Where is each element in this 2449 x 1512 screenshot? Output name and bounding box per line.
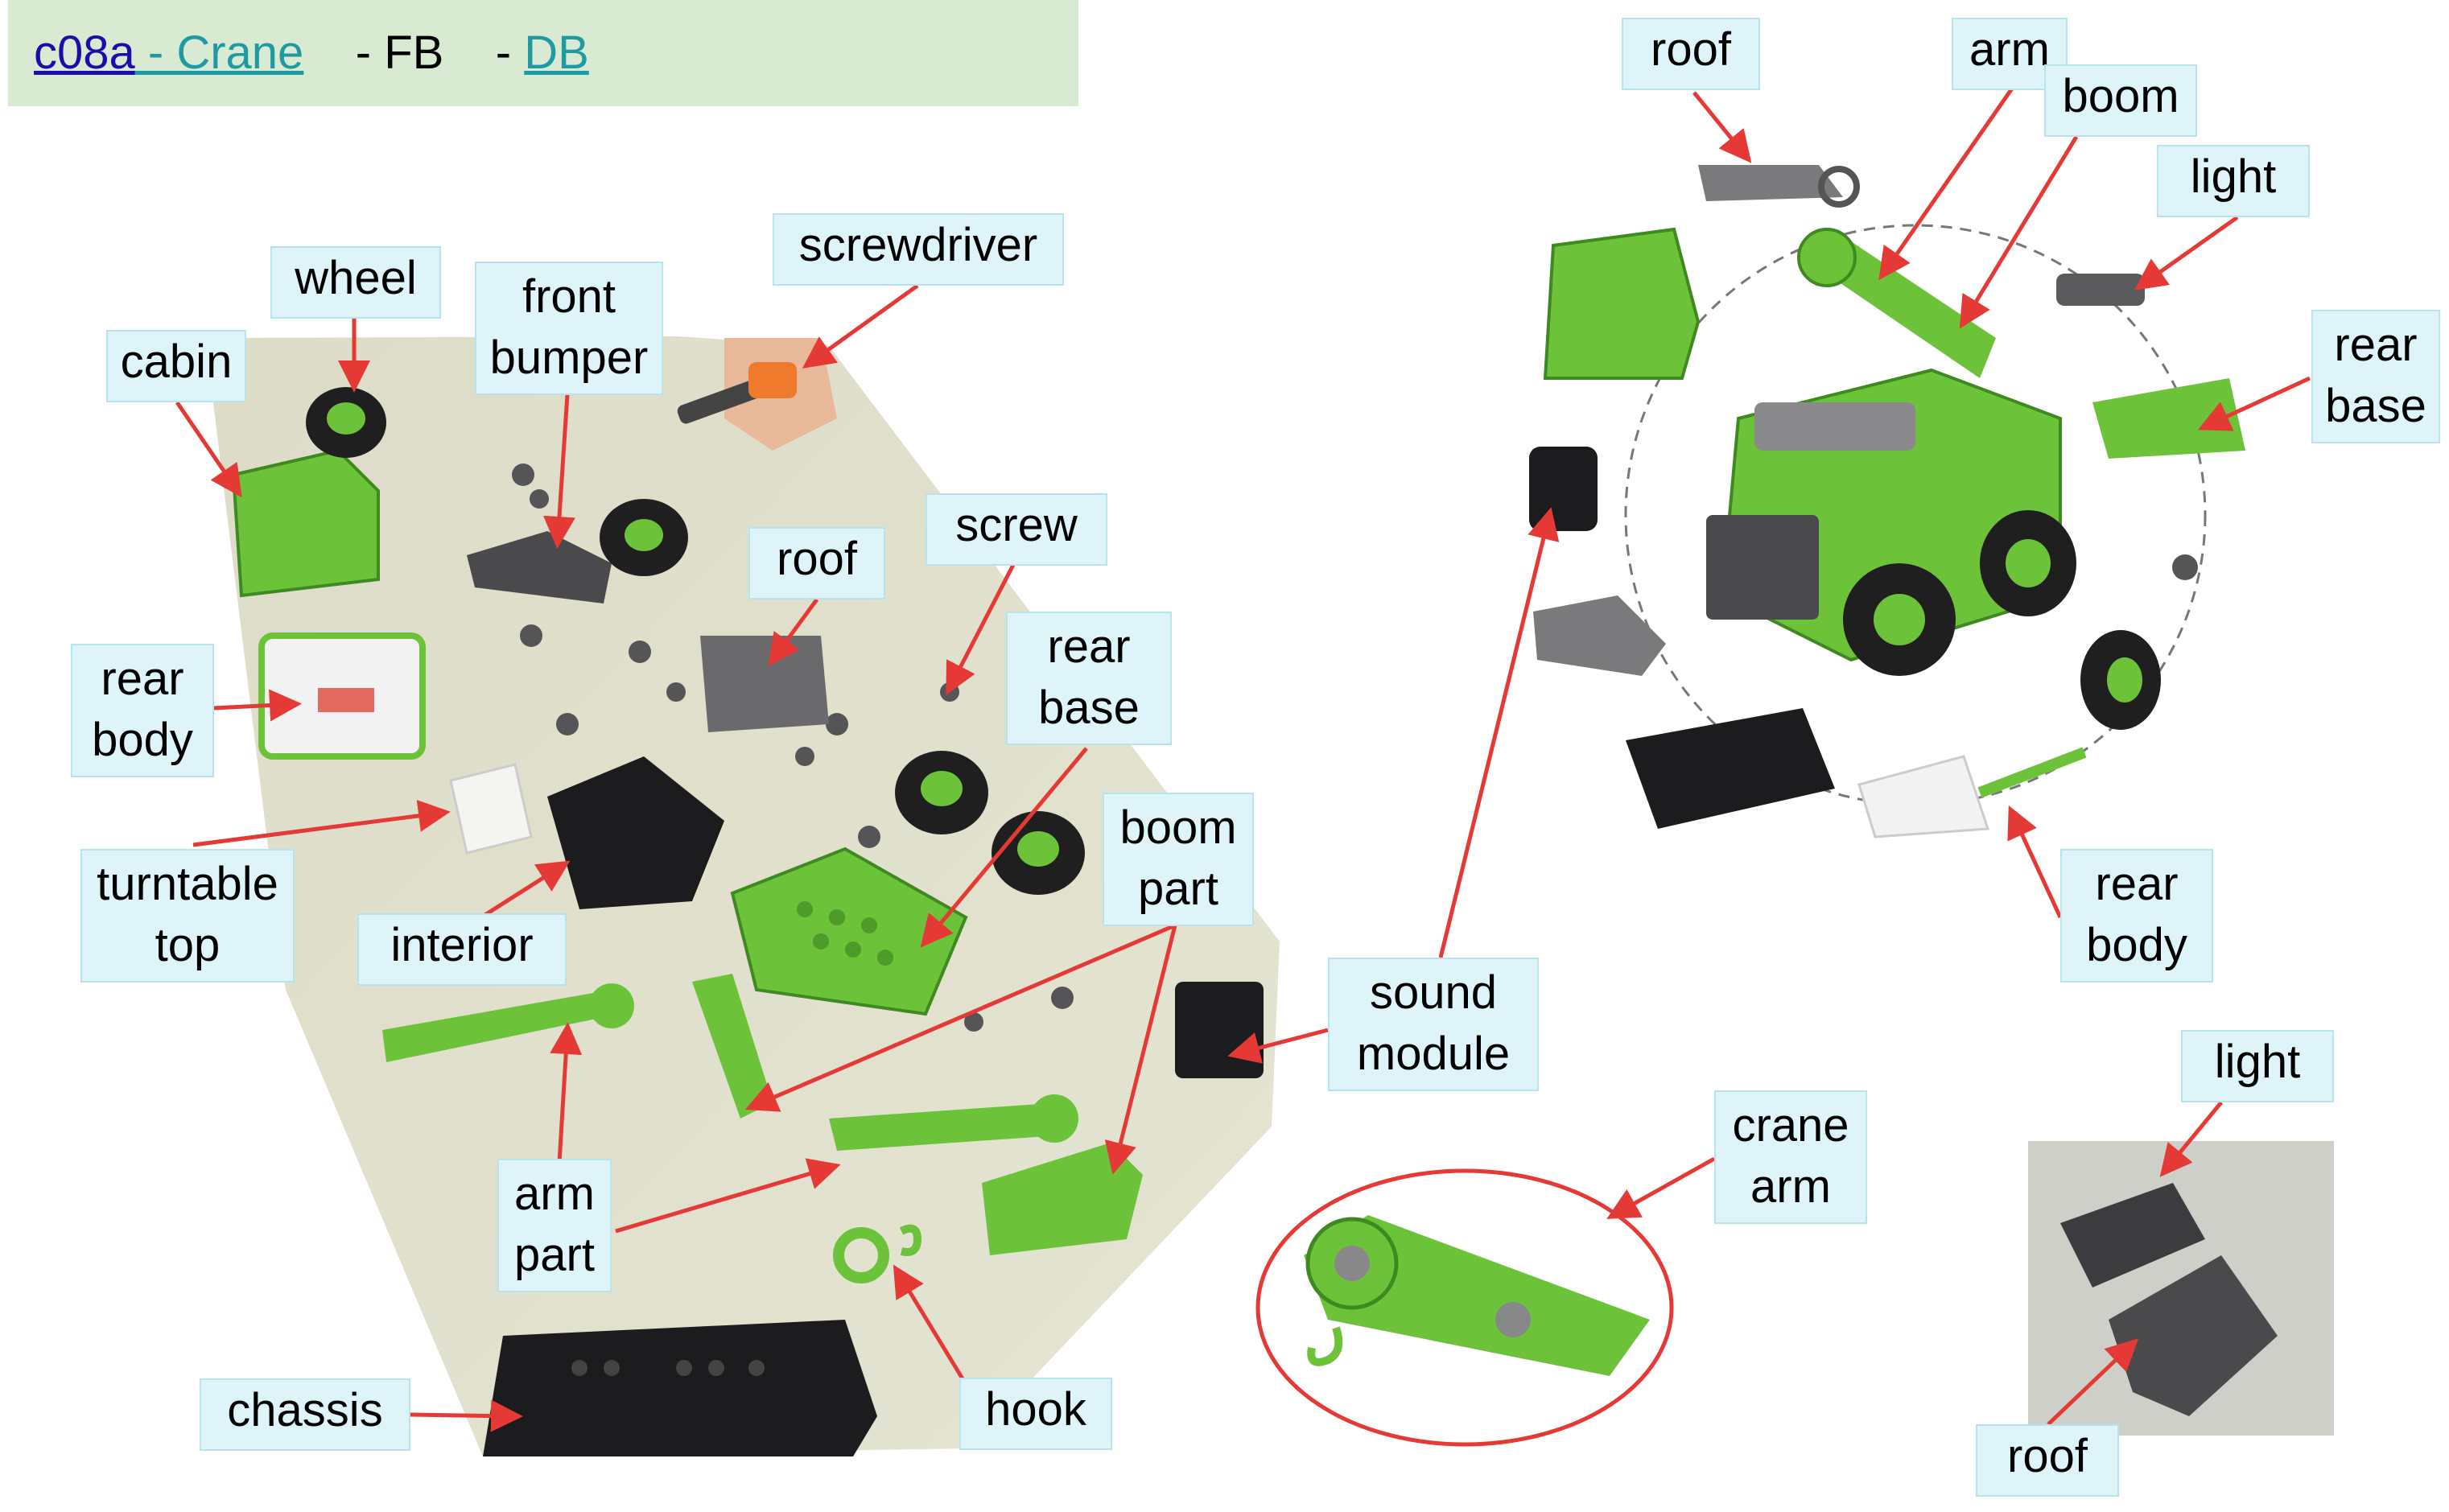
label-light-top: light xyxy=(2157,145,2310,217)
label-roof-top: roof xyxy=(1622,18,1760,90)
label-roof: roof xyxy=(748,527,885,599)
label-rear-body-right: rear body xyxy=(2060,849,2213,983)
label-turntable-top: turntable top xyxy=(80,849,295,983)
label-arm-part: arm part xyxy=(497,1159,612,1292)
label-screwdriver: screwdriver xyxy=(773,213,1064,286)
label-boom-part: boom part xyxy=(1103,793,1254,926)
label-light-bottom: light xyxy=(2181,1030,2334,1102)
label-front-bumper: front bumper xyxy=(475,262,663,395)
light-roof-photo xyxy=(2028,1141,2334,1436)
label-hook: hook xyxy=(959,1378,1112,1450)
label-roof-bottom: roof xyxy=(1976,1424,2119,1497)
label-rear-body: rear body xyxy=(71,644,214,777)
label-crane-arm: crane arm xyxy=(1714,1090,1867,1224)
label-cabin: cabin xyxy=(106,330,246,402)
label-rear-base-right: rear base xyxy=(2311,310,2440,443)
label-wheel: wheel xyxy=(270,246,441,319)
label-sound-module: sound module xyxy=(1328,958,1539,1091)
label-interior: interior xyxy=(357,913,567,986)
label-boom-top: boom xyxy=(2044,64,2197,137)
label-screw: screw xyxy=(926,493,1107,566)
label-rear-base: rear base xyxy=(1006,612,1172,745)
label-chassis: chassis xyxy=(200,1378,410,1451)
